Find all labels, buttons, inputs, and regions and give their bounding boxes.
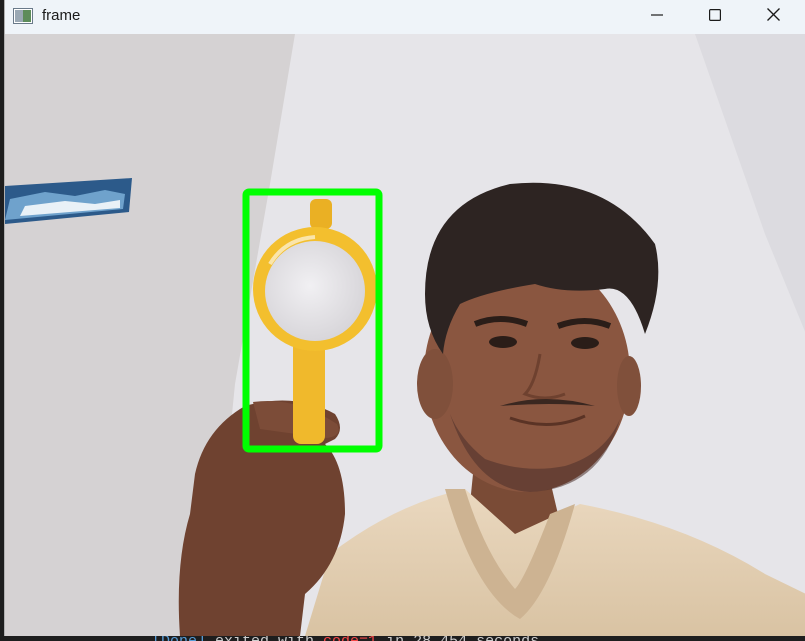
minimize-button[interactable] [628, 0, 686, 34]
maximize-button[interactable] [686, 0, 744, 34]
frame-window-icon [13, 8, 33, 24]
title-bar[interactable]: frame [5, 0, 805, 34]
maximize-icon [709, 8, 722, 26]
webcam-frame [5, 34, 805, 636]
close-button[interactable] [744, 0, 802, 34]
minimize-icon [651, 8, 663, 26]
frame-window: frame [4, 0, 805, 636]
close-icon [766, 8, 780, 26]
window-title: frame [42, 7, 81, 24]
